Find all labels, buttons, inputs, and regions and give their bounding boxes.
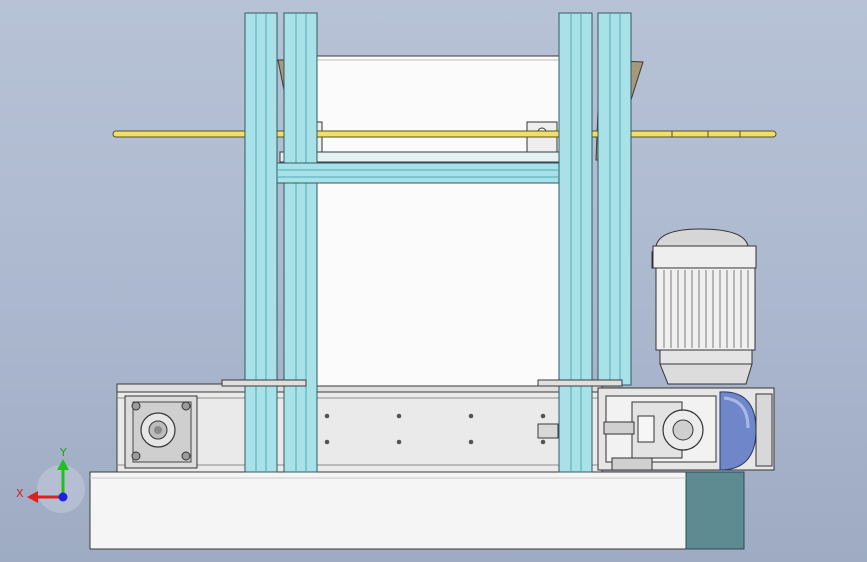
assembly-drawing: X Y <box>16 12 777 550</box>
bearing-housing <box>124 395 198 469</box>
motor-body <box>655 267 756 385</box>
frame-post-left-inner <box>283 12 318 473</box>
frame-post-right-inner <box>558 12 593 473</box>
cad-viewport[interactable]: X Y <box>0 0 867 562</box>
axis-triad: X Y <box>16 446 85 513</box>
axis-origin <box>58 492 68 502</box>
gearbox <box>597 387 775 471</box>
frame-crossbeam <box>276 162 560 184</box>
base-plate <box>89 471 745 550</box>
drive-shaft <box>112 130 777 138</box>
motor-fan-cover <box>651 228 757 269</box>
frame-post-left-outer <box>244 12 278 473</box>
y-axis-label: Y <box>59 446 67 459</box>
frame-post-right-outer <box>597 12 632 386</box>
x-axis-label: X <box>16 487 24 500</box>
